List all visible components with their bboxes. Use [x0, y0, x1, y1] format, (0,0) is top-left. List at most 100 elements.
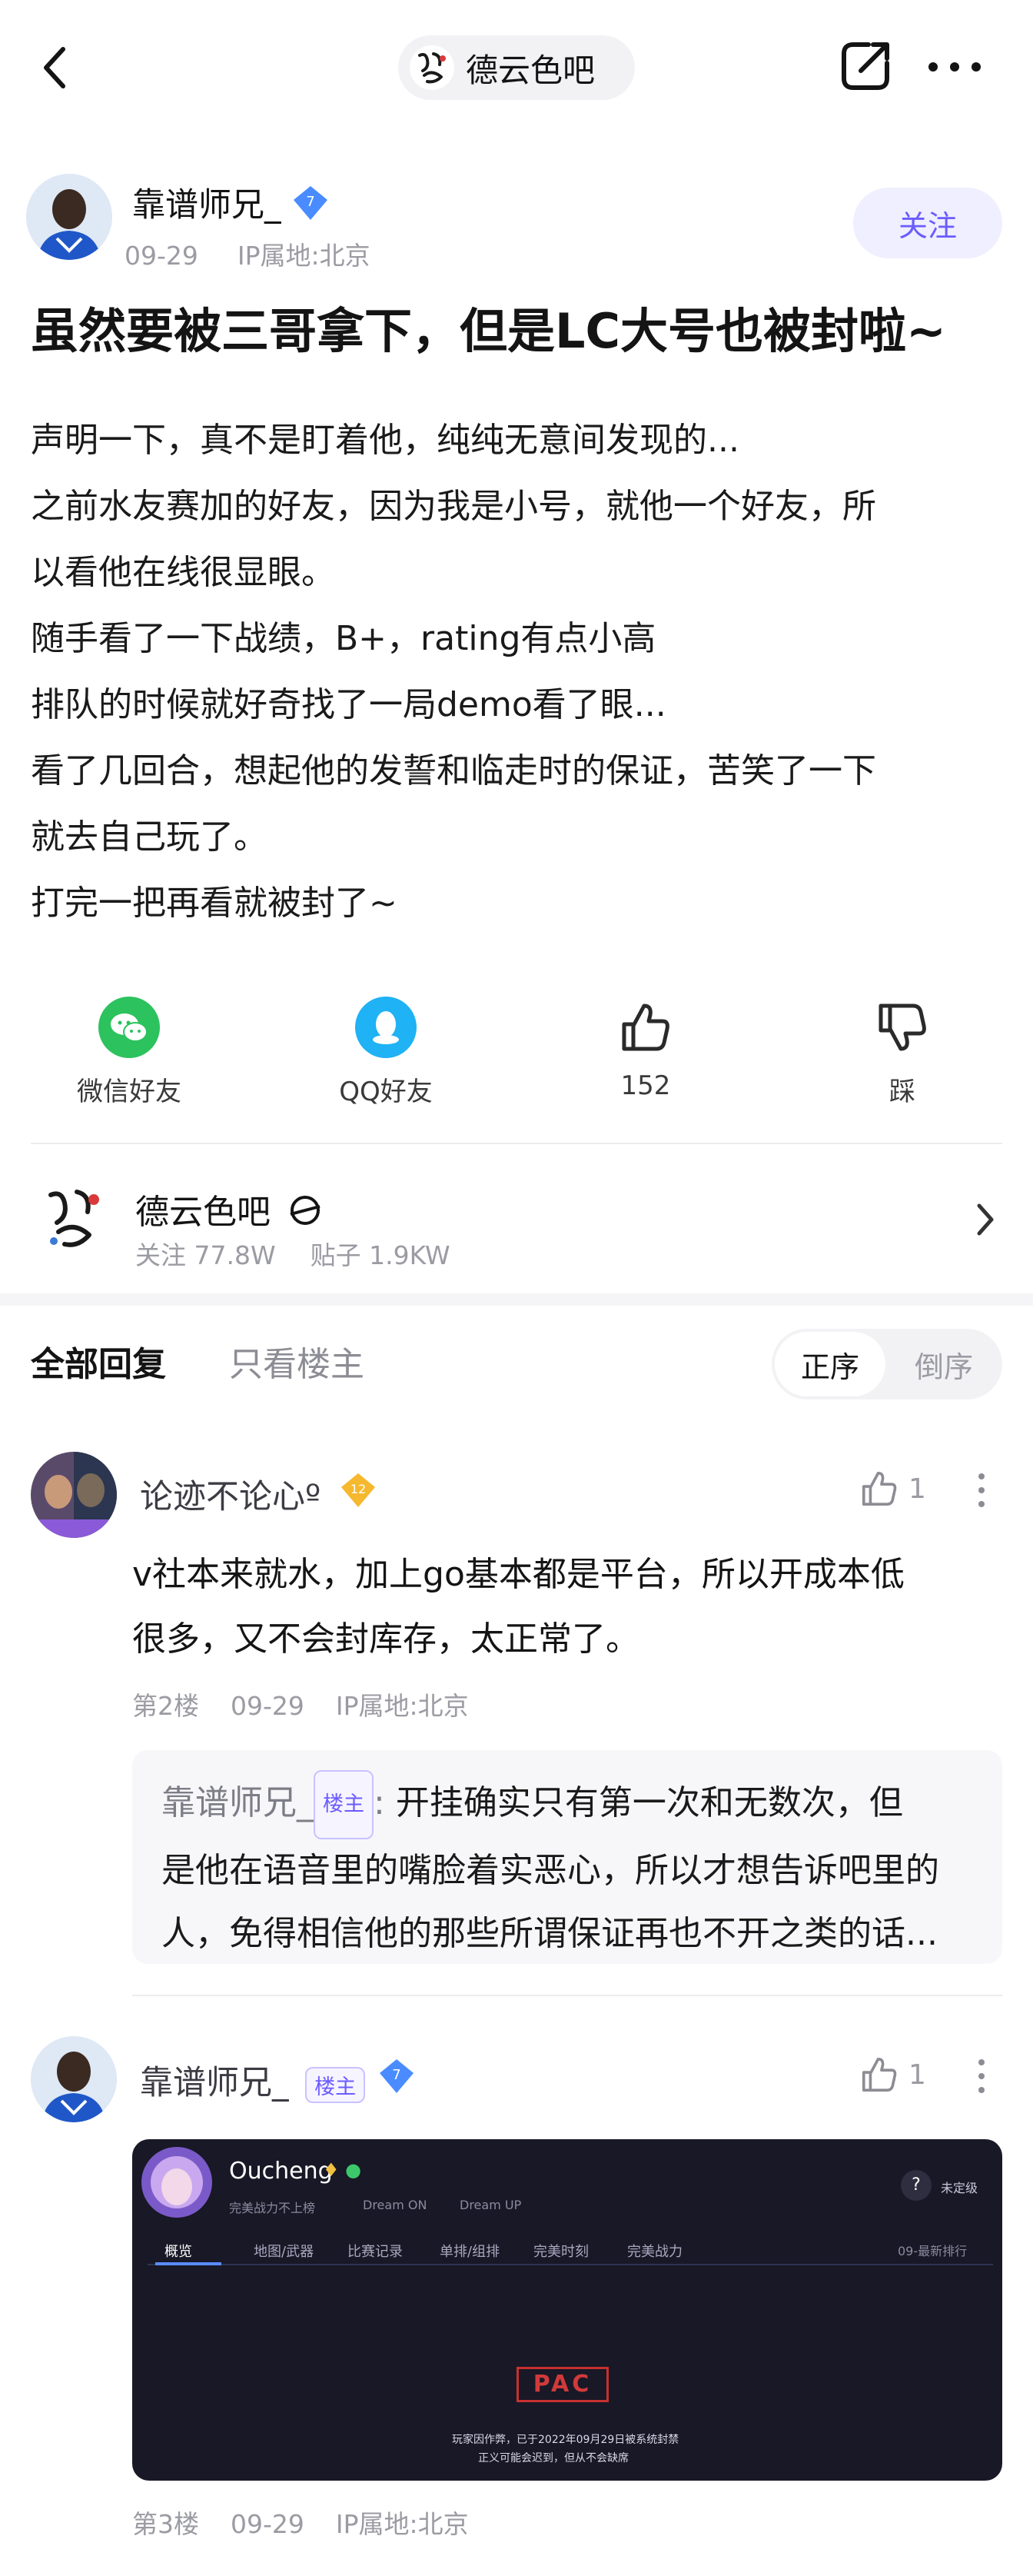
reply-image[interactable]: Oucheng ♦ ● 完美战力不上榜 Dream ON Dream UP ? …: [132, 2139, 1002, 2481]
forum-card-name-text: 德云色吧: [135, 1193, 271, 1232]
chevron-left-icon: [44, 47, 65, 88]
level-badge: 7: [291, 183, 330, 223]
thumbs-up-icon: [862, 2057, 897, 2092]
game-tab: 地图/武器: [254, 2244, 314, 2260]
post-body: 声明一下，真不是盯着他，纯纯无意间发现的... 之前水友赛加的好友，因为我是小号…: [31, 408, 1015, 937]
reply-more-button[interactable]: [970, 1469, 993, 1512]
forum-pill[interactable]: 德云色吧: [398, 35, 635, 100]
author-avatar[interactable]: [26, 174, 112, 260]
post-body-line: 打完一把再看就被封了~: [31, 884, 397, 923]
reply-more-button[interactable]: [970, 2055, 993, 2098]
author-meta: 09-29 IP属地:北京: [125, 235, 370, 272]
reply-text: v社本来就水，加上go基本都是平台，所以开成本低 很多，又不会封库存，太正常了。: [132, 1543, 1008, 1672]
player-avatar-image: [141, 2147, 212, 2218]
author-avatar-image: [26, 174, 112, 260]
player-subtitle-2: Dream ON: [363, 2198, 427, 2212]
sub-reply-card[interactable]: 靠谱师兄_ 楼主: 开挂确实只有第一次和无数次，但 是他在语音里的嘴脸着实恶心，所…: [132, 1750, 1002, 1964]
more-button[interactable]: [924, 48, 985, 86]
qq-icon: [355, 997, 417, 1058]
post-body-line: 排队的时候就好奇找了一局demo看了眼...: [31, 685, 666, 724]
forum-card-logo: [31, 1175, 117, 1261]
sub-reply-user[interactable]: 靠谱师兄_: [161, 1783, 314, 1822]
player-name: Oucheng: [229, 2158, 333, 2185]
reply-like-count: 1: [908, 2058, 926, 2091]
thumbs-up-icon: [615, 997, 676, 1058]
thumbs-down-icon: [872, 997, 933, 1058]
like-button[interactable]: 152: [569, 997, 722, 1101]
divider: [132, 1995, 1002, 1996]
author-name[interactable]: 靠谱师兄_: [132, 178, 281, 226]
reply-like-count: 1: [908, 1473, 926, 1505]
forum-grade-icon: [290, 1196, 321, 1225]
chevron-right-icon: [977, 1203, 994, 1236]
share-button[interactable]: [838, 38, 893, 94]
forum-card-arrow[interactable]: [970, 1198, 1001, 1241]
post-body-line: 以看他在线很显眼。: [31, 553, 335, 592]
sub-reply-line: 人，免得相信他的那些所谓保证再也不开之类的话...: [161, 1914, 938, 1953]
post-body-line: 随手看了一下战绩，B+，rating有点小高: [31, 619, 656, 658]
reply-level-text: 7: [392, 2067, 400, 2083]
rank-badge: 未定级: [941, 2181, 978, 2195]
share-qq-label: QQ好友: [339, 1077, 433, 1107]
forum-card-name: 德云色吧: [135, 1184, 323, 1233]
ban-message-1: 玩家因作弊，已于2022年09月29日被系统封禁: [452, 2434, 679, 2446]
op-tag: 楼主: [305, 2067, 366, 2103]
post-title: 虽然要被三哥拿下，但是LC大号也被封啦~: [31, 303, 946, 359]
level-diamond-icon: 12: [341, 1473, 375, 1507]
vertical-more-icon: [978, 2059, 985, 2093]
season-select: 09-最新排行: [898, 2244, 968, 2258]
tab-all-replies[interactable]: 全部回复: [31, 1336, 166, 1386]
share-wechat-button[interactable]: 微信好友: [52, 997, 206, 1108]
top-bar: 德云色吧: [0, 0, 1033, 132]
follow-button[interactable]: 关注: [853, 188, 1002, 258]
game-tab: 概览: [164, 2244, 192, 2260]
game-tab: 单排/组排: [440, 2244, 500, 2260]
level-badge: 12: [338, 1470, 378, 1510]
forum-posts: 贴子 1.9KW: [310, 1240, 450, 1270]
back-button[interactable]: [32, 38, 81, 97]
share-wechat-label: 微信好友: [77, 1077, 181, 1107]
like-count: 152: [620, 1070, 671, 1101]
forum-logo-icon: [410, 45, 454, 90]
reply-avatar[interactable]: [31, 1452, 117, 1538]
thumbs-up-icon: [862, 1471, 897, 1506]
tab-underline: [148, 2264, 993, 2265]
divider: [31, 1143, 1002, 1144]
dislike-button[interactable]: 踩: [825, 997, 979, 1108]
level-diamond-icon: 7: [294, 186, 327, 220]
sort-ascending-button[interactable]: 正序: [775, 1332, 885, 1396]
reply-meta: 第2楼 09-29 IP属地:北京: [132, 1686, 469, 1722]
post-date: 09-29: [125, 241, 198, 271]
reply-user-name-text[interactable]: 靠谱师兄_: [140, 2064, 289, 2102]
forum-pill-label: 德云色吧: [466, 51, 596, 89]
reply-user-name[interactable]: 论迹不论心º: [140, 1470, 321, 1518]
reply-text-line: v社本来就水，加上go基本都是平台，所以开成本低: [132, 1555, 905, 1594]
sort-descending-button[interactable]: 倒序: [889, 1332, 999, 1396]
game-tab: 完美战力: [627, 2244, 683, 2260]
reply-floor: 第3楼: [132, 2509, 199, 2539]
tab-op-only[interactable]: 只看楼主: [229, 1336, 364, 1386]
reply-user-name: 靠谱师兄_ 楼主: [140, 2056, 366, 2104]
reply-date: 09-29: [231, 2509, 304, 2539]
reply-avatar[interactable]: [31, 2036, 117, 2122]
wechat-icon: [98, 997, 160, 1058]
reply-meta: 第3楼 09-29 IP属地:北京: [132, 2504, 469, 2541]
ban-message-2: 正义可能会迟到，但从不会缺席: [478, 2452, 629, 2465]
more-icon: [928, 62, 981, 72]
reply-like-button[interactable]: 1: [859, 1466, 928, 1512]
player-badge-icons: ♦ ●: [323, 2159, 362, 2181]
reply-level-text: 12: [350, 1482, 366, 1496]
sort-order-toggle: 正序 倒序: [772, 1329, 1002, 1399]
forum-logo-icon: [32, 1177, 115, 1260]
reply-like-button[interactable]: 1: [859, 2052, 928, 2098]
vertical-more-icon: [978, 1473, 985, 1507]
forum-followers: 关注 77.8W: [135, 1240, 276, 1270]
sub-reply-separator: :: [374, 1783, 385, 1822]
ban-stamp: PAC: [516, 2367, 609, 2402]
level-badge: 7: [377, 2056, 417, 2096]
share-icon: [842, 42, 889, 90]
post-body-line: 就去自己玩了。: [31, 817, 267, 857]
level-diamond-icon: 7: [380, 2059, 414, 2093]
post-body-line: 看了几回合，想起他的发誓和临走时的保证，苦笑了一下: [31, 751, 876, 790]
share-qq-button[interactable]: QQ好友: [309, 997, 463, 1108]
